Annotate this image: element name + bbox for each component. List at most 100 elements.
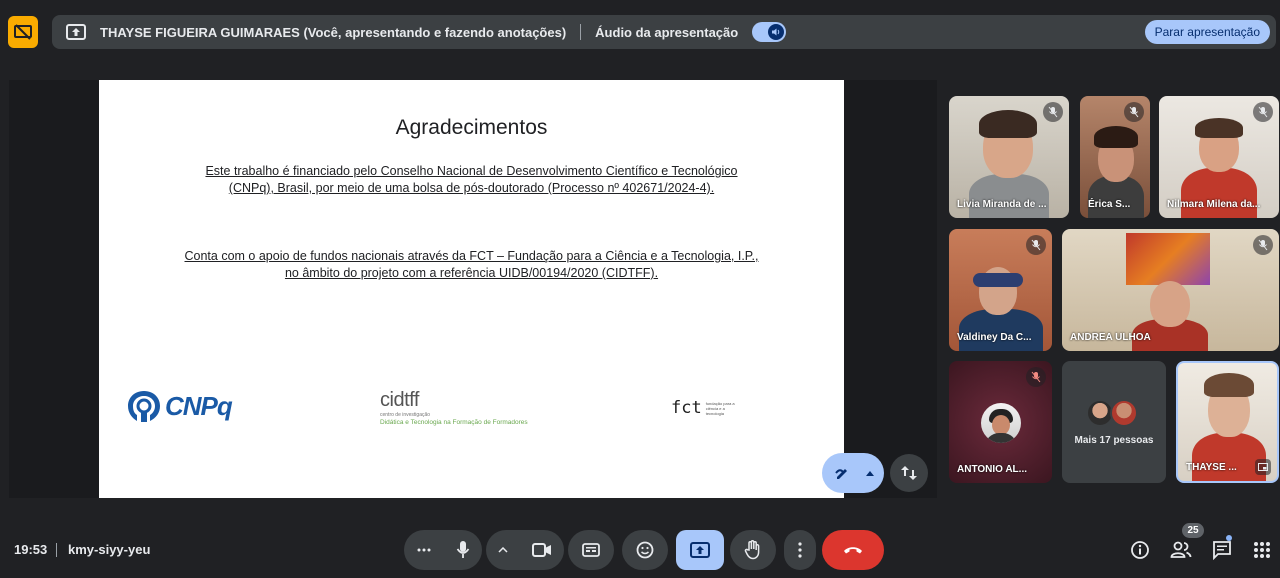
swap-vertical-icon — [901, 466, 917, 480]
screen-share-off-icon — [14, 24, 32, 40]
presentation-audio-toggle[interactable] — [752, 22, 787, 42]
more-participants-tile[interactable]: Mais 17 pessoas — [1062, 361, 1166, 483]
stop-presenting-button[interactable]: Parar apresentação — [1144, 20, 1270, 44]
camera-control[interactable] — [486, 530, 564, 570]
microphone-icon[interactable] — [456, 540, 470, 560]
participant-video — [1204, 373, 1254, 397]
more-options-button[interactable] — [784, 530, 816, 570]
raise-hand-icon — [744, 540, 760, 560]
cidtff-logo: cidtff centro de investigação Didática e… — [380, 390, 570, 426]
reactions-button[interactable] — [622, 530, 668, 570]
captions-button[interactable] — [568, 530, 614, 570]
fct-logo-subtitle: fundação para a ciência e a tecnologia — [705, 400, 735, 416]
mic-off-icon — [1043, 102, 1063, 122]
mic-off-icon — [1253, 102, 1273, 122]
slide-text-line: no âmbito do projeto com a referência UI… — [284, 266, 659, 280]
more-horiz-icon[interactable] — [417, 548, 431, 552]
leave-call-button[interactable] — [822, 530, 884, 570]
participant-video — [1088, 176, 1144, 218]
participant-video — [1150, 281, 1190, 327]
info-icon — [1131, 541, 1149, 559]
avatar — [981, 403, 1021, 443]
swap-layout-button[interactable] — [890, 454, 928, 492]
mic-off-icon — [1253, 235, 1273, 255]
slide-paragraph-funding: Este trabalho é financiado pelo Conselho… — [139, 163, 804, 197]
participant-video — [979, 110, 1037, 138]
closed-captions-icon — [582, 543, 600, 557]
participant-video — [1195, 118, 1243, 138]
participant-video — [1094, 126, 1138, 148]
divider — [580, 24, 582, 40]
chat-button[interactable] — [1210, 538, 1234, 562]
shared-slide: Agradecimentos Este trabalho é financiad… — [99, 80, 844, 498]
avatar-group — [1086, 399, 1138, 427]
participant-name: Valdiney Da C... — [957, 332, 1032, 343]
mic-off-icon — [1026, 367, 1046, 387]
participant-video — [959, 309, 1043, 351]
participant-name: Livia Miranda de ... — [957, 199, 1047, 210]
people-button[interactable] — [1169, 538, 1193, 562]
slide-title: Agradecimentos — [395, 116, 548, 139]
avatar — [1110, 399, 1138, 427]
volume-icon — [768, 24, 785, 40]
cnpq-logo: CNPq — [125, 386, 233, 426]
participant-tile[interactable]: ANDREA ULHOA — [1062, 229, 1279, 351]
participant-name: THAYSE ... — [1186, 462, 1237, 473]
activities-button[interactable] — [1250, 538, 1274, 562]
participant-name: Nilmara Milena da... — [1167, 199, 1261, 210]
chevron-up-icon[interactable] — [498, 547, 508, 553]
chat-icon — [1213, 541, 1231, 560]
participant-tile[interactable]: Livia Miranda de ... — [949, 96, 1069, 218]
participant-tile[interactable]: ANTONIO AL... — [949, 361, 1052, 483]
present-screen-icon — [66, 24, 86, 40]
headphones-icon — [973, 273, 1023, 287]
people-icon — [1170, 541, 1192, 558]
wall-painting — [1126, 233, 1210, 285]
participant-name: ANTONIO AL... — [957, 464, 1027, 475]
mic-off-icon — [1124, 102, 1144, 122]
cnpq-logo-text: CNPq — [165, 390, 233, 421]
presentation-status-icon[interactable] — [8, 16, 38, 48]
presentation-audio-label: Áudio da apresentação — [595, 24, 739, 40]
chevron-up-icon — [866, 470, 874, 476]
meeting-time: 19:53 — [14, 542, 48, 557]
mic-off-icon — [1026, 235, 1046, 255]
video-camera-icon[interactable] — [532, 543, 552, 557]
participant-video — [969, 174, 1049, 218]
meeting-details-button[interactable] — [1128, 538, 1152, 562]
people-count-badge: 25 — [1182, 523, 1204, 538]
presenter-label: THAYSE FIGUEIRA GUIMARAES (Você, apresen… — [100, 24, 567, 40]
fct-logo: fct fundação para a ciência e a tecnolog… — [671, 398, 740, 418]
present-screen-icon — [690, 542, 710, 558]
participant-tile[interactable]: Nilmara Milena da... — [1159, 96, 1279, 218]
slide-text-line: Conta com o apoio de fundos nacionais at… — [184, 249, 759, 263]
meeting-code: kmy-siyy-yeu — [68, 542, 151, 557]
cnpq-emblem-icon — [128, 391, 160, 422]
slide-text-line: (CNPq), Brasil, por meio de uma bolsa de… — [228, 181, 715, 195]
more-participants-label: Mais 17 pessoas — [1074, 435, 1154, 446]
fct-logo-text: fct — [671, 398, 702, 418]
slide-paragraph-support: Conta com o apoio de fundos nacionais at… — [139, 248, 804, 282]
presenting-bar: THAYSE FIGUEIRA GUIMARAES (Você, apresen… — [52, 15, 1276, 49]
microphone-control[interactable] — [404, 530, 482, 570]
participant-name: ANDREA ULHOA — [1070, 332, 1151, 343]
apps-grid-icon — [1254, 542, 1270, 558]
participant-tile[interactable]: Érica S... — [1080, 96, 1150, 218]
unread-indicator — [1226, 535, 1232, 541]
annotate-pen-icon — [835, 469, 847, 479]
more-vert-icon — [798, 542, 802, 558]
annotation-tools-button[interactable] — [822, 453, 884, 493]
hang-up-icon — [844, 547, 862, 554]
cidtff-logo-subtitle: centro de investigação — [380, 412, 431, 418]
participant-tile[interactable]: Valdiney Da C... — [949, 229, 1052, 351]
participant-name: Érica S... — [1088, 199, 1131, 210]
present-now-button[interactable] — [676, 530, 724, 570]
divider — [56, 543, 57, 557]
emoji-icon — [636, 541, 654, 559]
picture-in-picture-icon[interactable] — [1255, 459, 1271, 475]
self-view-tile[interactable]: THAYSE ... — [1176, 361, 1279, 483]
raise-hand-button[interactable] — [730, 530, 776, 570]
participant-video — [1181, 168, 1257, 218]
participant-video — [1192, 433, 1266, 481]
slide-text-line: Este trabalho é financiado pelo Conselho… — [205, 164, 738, 178]
